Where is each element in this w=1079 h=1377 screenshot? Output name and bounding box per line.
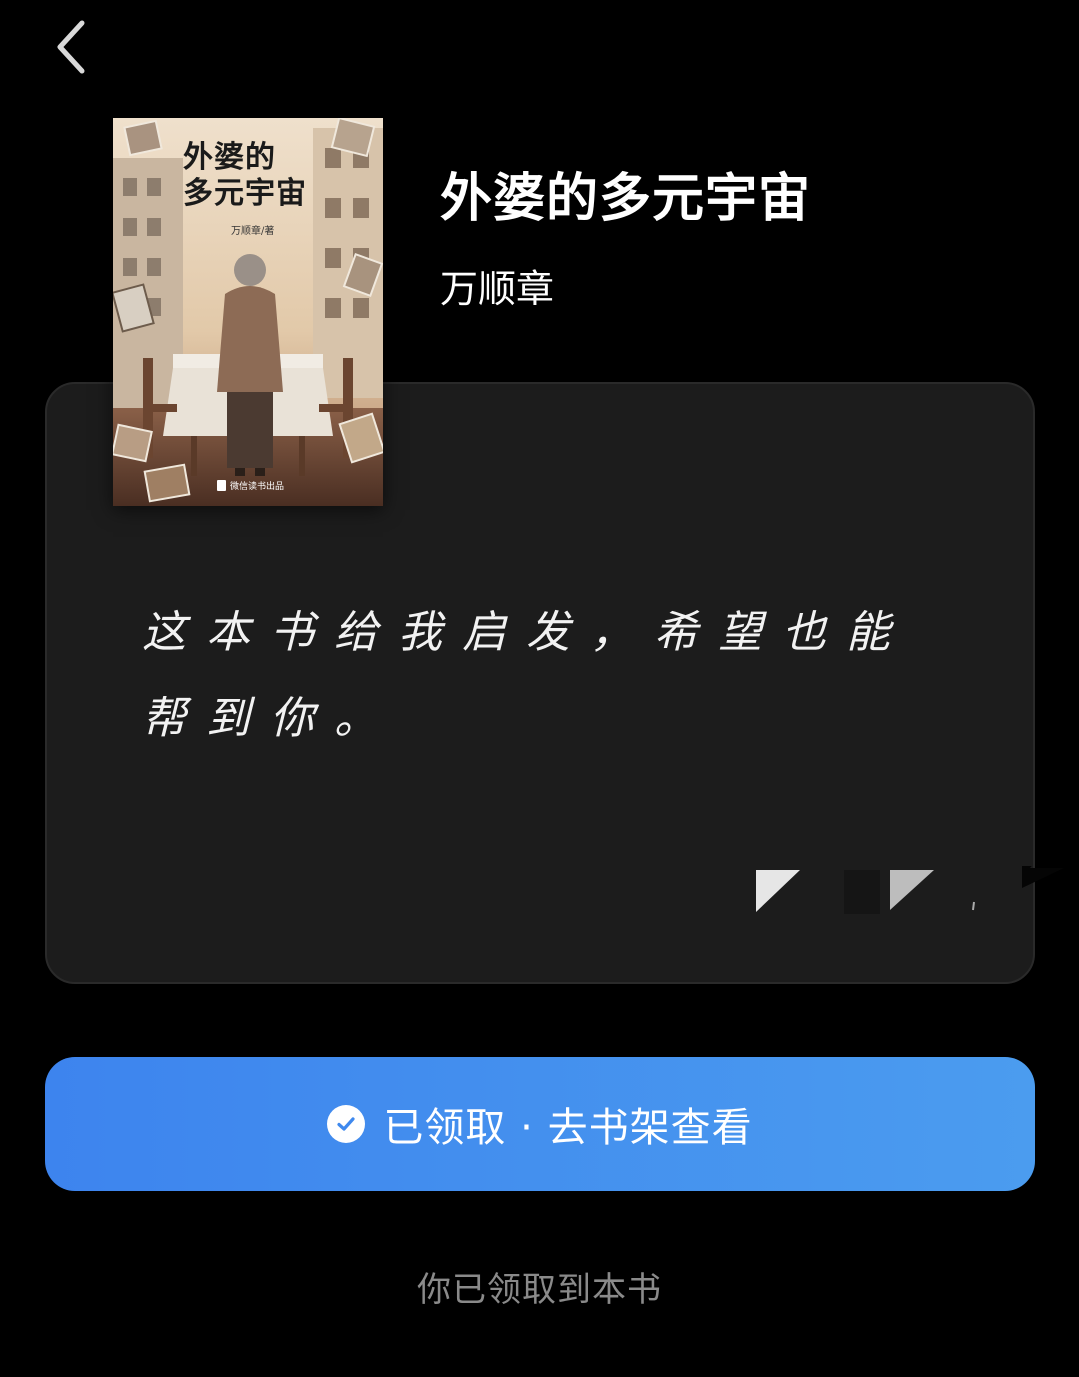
cover-author-credit: 万顺章/著: [231, 226, 275, 237]
check-circle-icon: [327, 1105, 366, 1143]
gift-message: 这本书给我启发，希望也能帮到你。: [142, 607, 910, 744]
book-title: 外婆的多元宇宙: [440, 168, 812, 229]
back-button[interactable]: [40, 14, 104, 84]
book-icon: [217, 480, 226, 491]
decorative-fold-marks: [750, 824, 1070, 916]
chevron-left-icon: [52, 17, 92, 81]
cover-title: 外婆的 多元宇宙: [183, 140, 307, 211]
claimed-go-to-bookshelf-button[interactable]: 已领取 · 去书架查看: [45, 1057, 1035, 1191]
claim-button-label: 已领取 · 去书架查看: [383, 1105, 753, 1151]
book-cover[interactable]: 外婆的 多元宇宙 万顺章/著 微信读书出品: [113, 118, 383, 506]
claimed-status-note: 你已领取到本书: [417, 1270, 662, 1310]
cover-publisher: 微信读书出品: [217, 479, 284, 492]
book-author[interactable]: 万顺章: [440, 258, 554, 313]
